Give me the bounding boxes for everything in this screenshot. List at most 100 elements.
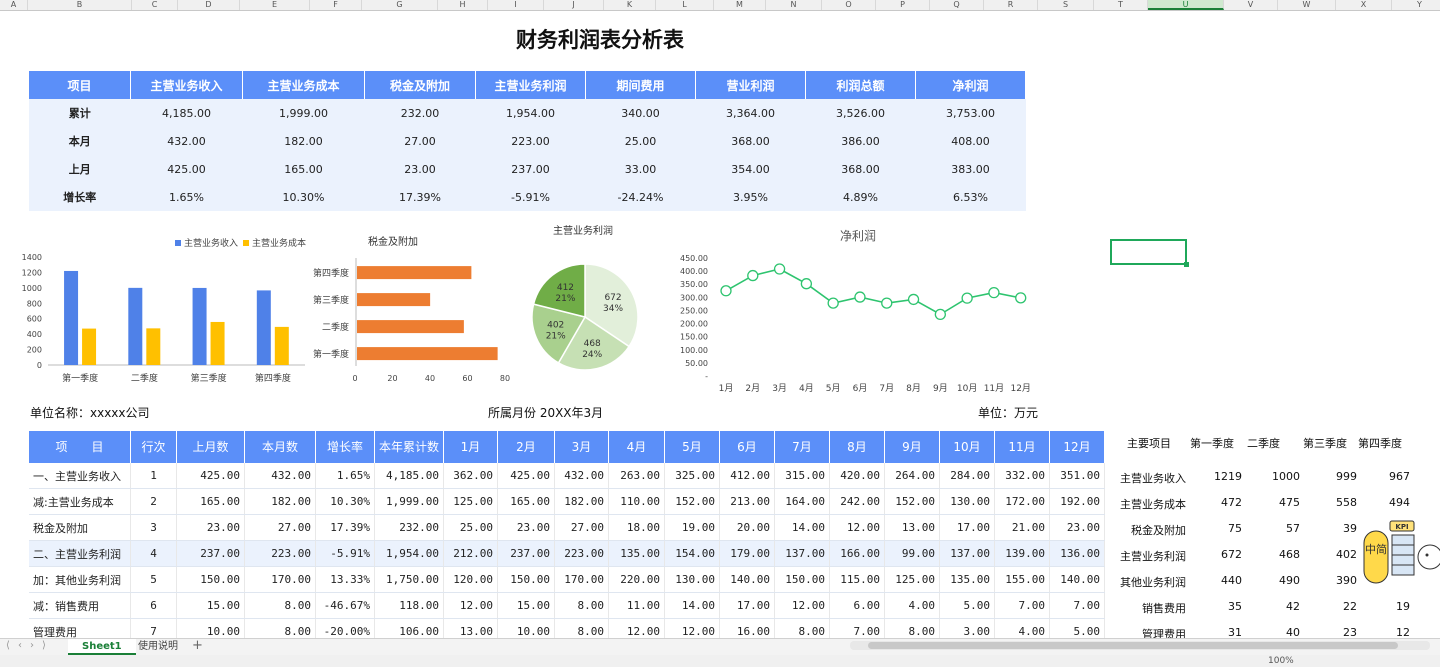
bar-cost[interactable] [210, 321, 225, 365]
detail-cell[interactable]: 14.00 [664, 592, 720, 619]
detail-cell[interactable]: 110.00 [608, 488, 665, 515]
detail-cell[interactable]: 23.00 [1049, 514, 1105, 541]
bar-tax[interactable] [357, 266, 472, 280]
quarter-row-label[interactable]: 主营业务收入 [1120, 470, 1186, 486]
quarter-cell[interactable]: 75 [1228, 522, 1242, 535]
summary-cell[interactable]: 4.89% [805, 183, 916, 211]
detail-cell[interactable]: 237.00 [497, 540, 555, 567]
detail-cell[interactable]: 139.00 [994, 540, 1050, 567]
line-point[interactable] [934, 308, 946, 321]
bar-cost[interactable] [274, 326, 289, 365]
column-header-v[interactable]: V [1224, 0, 1278, 10]
summary-cell[interactable]: 232.00 [364, 99, 476, 127]
detail-cell[interactable]: 25.00 [443, 514, 498, 541]
detail-cell[interactable]: 12.00 [829, 514, 885, 541]
add-sheet-icon[interactable]: + [192, 638, 203, 653]
detail-cell[interactable]: 19.00 [664, 514, 720, 541]
bar-revenue[interactable] [128, 287, 143, 365]
detail-cell[interactable]: 21.00 [994, 514, 1050, 541]
detail-cell[interactable]: 12.00 [774, 592, 830, 619]
summary-cell[interactable]: 354.00 [695, 155, 806, 183]
detail-cell[interactable]: 220.00 [608, 566, 665, 593]
detail-cell[interactable]: -5.91% [315, 540, 375, 567]
line-point[interactable] [747, 269, 759, 282]
detail-cell[interactable]: 6.00 [829, 592, 885, 619]
detail-cell[interactable]: 137.00 [939, 540, 995, 567]
detail-cell[interactable]: 12.00 [443, 592, 498, 619]
detail-cell[interactable]: 137.00 [774, 540, 830, 567]
column-header-i[interactable]: I [488, 0, 544, 10]
quarter-cell[interactable]: 390 [1336, 574, 1357, 587]
net-profit-line[interactable] [725, 268, 1021, 316]
detail-cell[interactable]: 99.00 [884, 540, 940, 567]
detail-cell[interactable]: 284.00 [939, 463, 995, 489]
detail-cell[interactable]: 232.00 [374, 514, 444, 541]
detail-cell[interactable]: 5.00 [939, 592, 995, 619]
quarter-cell[interactable]: 42 [1286, 600, 1300, 613]
summary-cell[interactable]: 165.00 [242, 155, 365, 183]
detail-cell[interactable]: 20.00 [719, 514, 775, 541]
detail-row-label[interactable]: 加：其他业务利润 [29, 566, 131, 593]
detail-cell[interactable]: 242.00 [829, 488, 885, 515]
detail-cell[interactable]: 23.00 [497, 514, 555, 541]
summary-cell[interactable]: 1,954.00 [475, 99, 586, 127]
column-header-x[interactable]: X [1336, 0, 1392, 10]
column-header-d[interactable]: D [178, 0, 240, 10]
detail-cell[interactable]: 17.39% [315, 514, 375, 541]
detail-cell[interactable]: 264.00 [884, 463, 940, 489]
detail-cell[interactable]: 152.00 [884, 488, 940, 515]
detail-cell[interactable]: 152.00 [664, 488, 720, 515]
detail-cell[interactable]: 182.00 [554, 488, 609, 515]
detail-cell[interactable]: 23.00 [176, 514, 245, 541]
detail-cell[interactable]: 315.00 [774, 463, 830, 489]
detail-cell[interactable]: 155.00 [994, 566, 1050, 593]
first-sheet-icon[interactable]: ⟨ [6, 640, 10, 651]
detail-cell[interactable]: 212.00 [443, 540, 498, 567]
quarter-cell[interactable]: 672 [1221, 548, 1242, 561]
detail-cell[interactable]: 425.00 [497, 463, 555, 489]
summary-cell[interactable]: 383.00 [915, 155, 1026, 183]
line-point[interactable] [1015, 292, 1027, 304]
detail-row-number[interactable]: 2 [130, 488, 177, 515]
summary-cell[interactable]: 368.00 [805, 155, 916, 183]
summary-cell[interactable]: 386.00 [805, 127, 916, 155]
detail-cell[interactable]: 8.00 [554, 592, 609, 619]
quarter-cell[interactable]: 472 [1221, 496, 1242, 509]
quarter-cell[interactable]: 494 [1389, 496, 1410, 509]
detail-cell[interactable]: 432.00 [244, 463, 316, 489]
detail-cell[interactable]: 1,999.00 [374, 488, 444, 515]
column-header-g[interactable]: G [362, 0, 438, 10]
detail-cell[interactable]: 17.00 [939, 514, 995, 541]
bar-tax[interactable] [357, 293, 431, 307]
detail-cell[interactable]: 425.00 [176, 463, 245, 489]
detail-cell[interactable]: 27.00 [554, 514, 609, 541]
quarter-cell[interactable]: 1219 [1214, 470, 1242, 483]
selected-cell[interactable] [1110, 239, 1189, 267]
chart-net-profit[interactable]: 净利润 - 50.00 100.00 150.00 200.00 250.00 300.00 3… [668, 226, 1038, 396]
detail-row-label[interactable]: 一、主营业务收入 [29, 463, 131, 489]
detail-cell[interactable]: 7.00 [1049, 592, 1105, 619]
detail-cell[interactable]: 165.00 [497, 488, 555, 515]
detail-cell[interactable]: 10.30% [315, 488, 375, 515]
detail-cell[interactable]: 136.00 [1049, 540, 1105, 567]
detail-cell[interactable]: 7.00 [994, 592, 1050, 619]
bar-tax[interactable] [357, 347, 498, 361]
summary-cell[interactable]: 3,753.00 [915, 99, 1026, 127]
column-header-a[interactable]: A [0, 0, 28, 10]
summary-cell[interactable]: 3,526.00 [805, 99, 916, 127]
detail-cell[interactable]: 263.00 [608, 463, 665, 489]
bar-revenue[interactable] [64, 270, 79, 365]
detail-row-number[interactable]: 4 [130, 540, 177, 567]
detail-cell[interactable]: 125.00 [884, 566, 940, 593]
detail-cell[interactable]: 13.00 [884, 514, 940, 541]
horizontal-scrollbar[interactable] [850, 641, 1430, 650]
detail-cell[interactable]: 170.00 [554, 566, 609, 593]
detail-cell[interactable]: 115.00 [829, 566, 885, 593]
summary-cell[interactable]: 237.00 [475, 155, 586, 183]
column-header-h[interactable]: H [438, 0, 488, 10]
quarter-cell[interactable]: 468 [1279, 548, 1300, 561]
detail-cell[interactable]: 179.00 [719, 540, 775, 567]
chart-main-profit[interactable]: 主营业务利润 672 34% 468 24% 402 21% 412 21% [520, 222, 660, 387]
detail-row-number[interactable]: 1 [130, 463, 177, 489]
detail-cell[interactable]: 18.00 [608, 514, 665, 541]
